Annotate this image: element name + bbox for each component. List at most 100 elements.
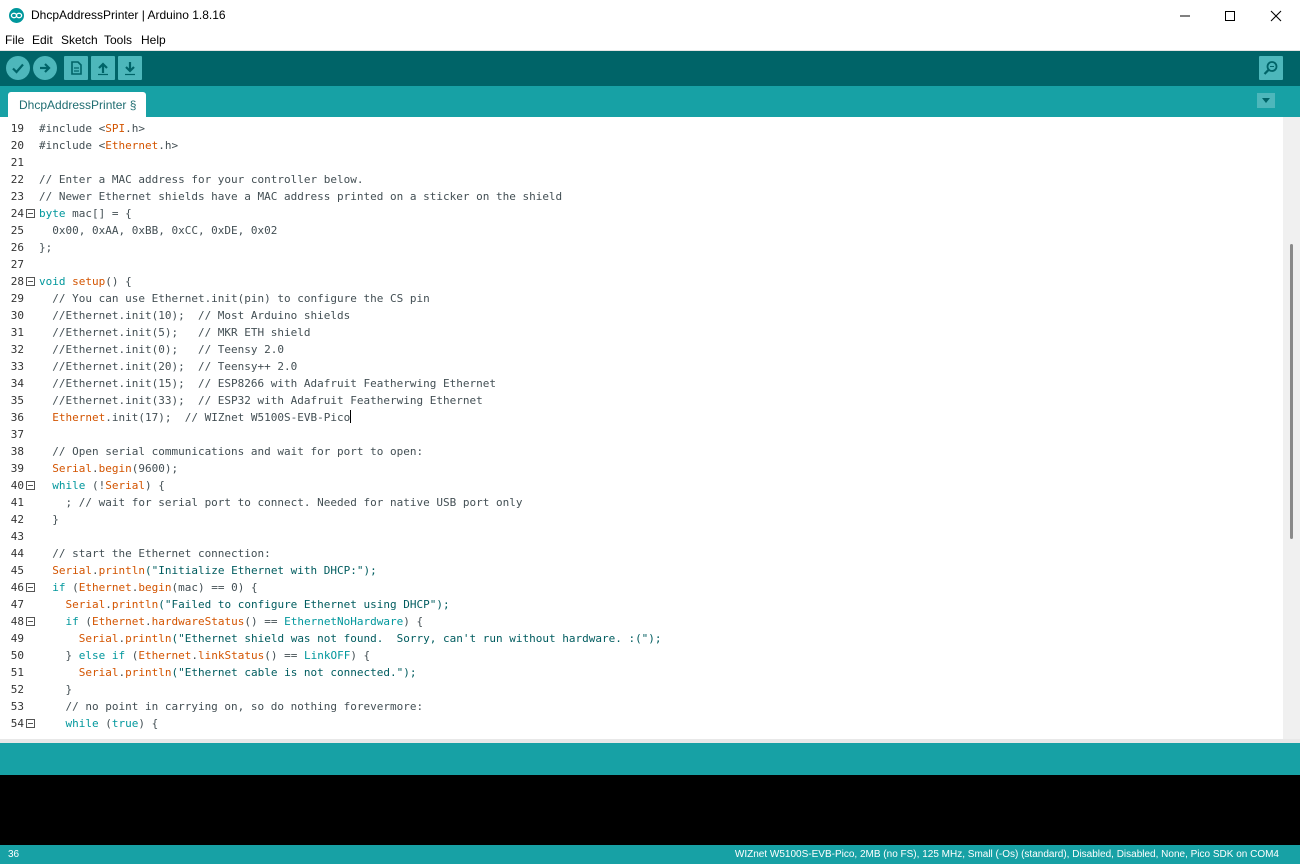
- code-token: // You can use Ethernet.init(pin) to con…: [39, 292, 430, 305]
- line-number: 40: [10, 479, 24, 492]
- vertical-scrollbar[interactable]: [1283, 117, 1300, 739]
- code-line[interactable]: 53 // no point in carrying on, so do not…: [0, 698, 1282, 715]
- fold-toggle-icon[interactable]: [26, 617, 35, 626]
- code-token: ) {: [138, 717, 159, 730]
- code-line[interactable]: 52 }: [0, 681, 1282, 698]
- maximize-button[interactable]: [1207, 0, 1253, 31]
- line-number: 38: [10, 445, 24, 458]
- code-line[interactable]: 31 //Ethernet.init(5); // MKR ETH shield: [0, 324, 1282, 341]
- code-line[interactable]: 32 //Ethernet.init(0); // Teensy 2.0: [0, 341, 1282, 358]
- new-file-icon: [71, 61, 82, 75]
- code-line[interactable]: 44 // start the Ethernet connection:: [0, 545, 1282, 562]
- code-text: // Open serial communications and wait f…: [39, 443, 423, 460]
- code-token: //Ethernet.init(33); // ESP32 with Adafr…: [39, 394, 483, 407]
- code-line[interactable]: 46 if (Ethernet.begin(mac) == 0) {: [0, 579, 1282, 596]
- code-line[interactable]: 35 //Ethernet.init(33); // ESP32 with Ad…: [0, 392, 1282, 409]
- code-line[interactable]: 25 0x00, 0xAA, 0xBB, 0xCC, 0xDE, 0x02: [0, 222, 1282, 239]
- code-line[interactable]: 40 while (!Serial) {: [0, 477, 1282, 494]
- code-line[interactable]: 19 #include <SPI.h>: [0, 120, 1282, 137]
- code-token: println: [98, 564, 145, 577]
- line-number: 27: [10, 258, 24, 271]
- code-text: while (true) {: [39, 715, 159, 732]
- code-line[interactable]: 30 //Ethernet.init(10); // Most Arduino …: [0, 307, 1282, 324]
- fold-toggle-icon[interactable]: [26, 481, 35, 490]
- code-line[interactable]: 38 // Open serial communications and wai…: [0, 443, 1282, 460]
- code-editor[interactable]: 19 #include <SPI.h> 20 #include <Ethernet.h…: [0, 117, 1300, 739]
- code-line[interactable]: 43: [0, 528, 1282, 545]
- code-token: 0x00, 0xAA, 0xBB, 0xCC, 0xDE, 0x02: [39, 224, 278, 237]
- title-bar: DhcpAddressPrinter | Arduino 1.8.16: [0, 0, 1300, 31]
- code-text: };: [39, 239, 52, 256]
- code-token: Serial: [105, 479, 145, 492]
- code-line[interactable]: 29 // You can use Ethernet.init(pin) to …: [0, 290, 1282, 307]
- line-number: 24: [10, 207, 24, 220]
- arrow-up-icon: [98, 62, 108, 76]
- close-button[interactable]: [1253, 0, 1299, 31]
- code-token: () ==: [264, 649, 304, 662]
- minimize-button[interactable]: [1162, 0, 1208, 31]
- fold-toggle-icon[interactable]: [26, 277, 35, 286]
- verify-button[interactable]: [6, 56, 30, 80]
- code-text: // no point in carrying on, so do nothin…: [39, 698, 423, 715]
- code-line[interactable]: 27: [0, 256, 1282, 273]
- new-button[interactable]: [64, 56, 88, 80]
- code-line[interactable]: 48 if (Ethernet.hardwareStatus() == Ethe…: [0, 613, 1282, 630]
- upload-button[interactable]: [33, 56, 57, 80]
- code-line[interactable]: 50 } else if (Ethernet.linkStatus() == L…: [0, 647, 1282, 664]
- fold-toggle-icon[interactable]: [26, 719, 35, 728]
- code-line[interactable]: 24 byte mac[] = {: [0, 205, 1282, 222]
- code-line[interactable]: 54 while (true) {: [0, 715, 1282, 732]
- code-line[interactable]: 47 Serial.println("Failed to configure E…: [0, 596, 1282, 613]
- code-line[interactable]: 20 #include <Ethernet.h>: [0, 137, 1282, 154]
- code-line[interactable]: 34 //Ethernet.init(15); // ESP8266 with …: [0, 375, 1282, 392]
- code-token: ) {: [350, 649, 371, 662]
- fold-toggle-icon[interactable]: [26, 209, 35, 218]
- code-text: Serial.begin(9600);: [39, 460, 178, 477]
- line-number: 32: [10, 343, 24, 356]
- line-number: 53: [10, 700, 24, 713]
- code-line[interactable]: 45 Serial.println("Initialize Ethernet w…: [0, 562, 1282, 579]
- line-number: 51: [10, 666, 24, 679]
- save-button[interactable]: [118, 56, 142, 80]
- code-line[interactable]: 51 Serial.println("Ethernet cable is not…: [0, 664, 1282, 681]
- code-text: Serial.println("Failed to configure Ethe…: [39, 596, 450, 613]
- code-text: Serial.println("Initialize Ethernet with…: [39, 562, 377, 579]
- serial-monitor-button[interactable]: [1259, 56, 1283, 80]
- code-line[interactable]: 41 ; // wait for serial port to connect.…: [0, 494, 1282, 511]
- menu-tools[interactable]: Tools: [104, 33, 132, 47]
- code-line[interactable]: 36 Ethernet.init(17); // WIZnet W5100S-E…: [0, 409, 1282, 426]
- code-token: ) {: [145, 479, 165, 492]
- code-token: Serial: [52, 564, 92, 577]
- code-line[interactable]: 26};: [0, 239, 1282, 256]
- tab-sketch[interactable]: DhcpAddressPrinter §: [8, 92, 146, 117]
- code-token: ("Ethernet cable is not connected.");: [171, 666, 417, 679]
- code-token: () ==: [244, 615, 285, 628]
- code-line[interactable]: 28 void setup() {: [0, 273, 1282, 290]
- open-button[interactable]: [91, 56, 115, 80]
- menu-sketch[interactable]: Sketch: [61, 33, 98, 47]
- code-line[interactable]: 21: [0, 154, 1282, 171]
- code-text: // Enter a MAC address for your controll…: [39, 171, 364, 188]
- line-number: 46: [10, 581, 24, 594]
- code-token: // Open serial communications and wait f…: [39, 445, 424, 458]
- message-area: [0, 743, 1300, 775]
- code-line[interactable]: 39 Serial.begin(9600);: [0, 460, 1282, 477]
- fold-toggle-icon[interactable]: [26, 583, 35, 592]
- line-number-indicator: 36: [8, 849, 20, 860]
- menu-edit[interactable]: Edit: [32, 33, 53, 47]
- menu-file[interactable]: File: [5, 33, 24, 47]
- menu-help[interactable]: Help: [141, 33, 166, 47]
- scrollbar-thumb[interactable]: [1290, 244, 1293, 539]
- tab-menu-button[interactable]: [1257, 93, 1275, 108]
- line-number: 29: [10, 292, 24, 305]
- code-line[interactable]: 49 Serial.println("Ethernet shield was n…: [0, 630, 1282, 647]
- code-line[interactable]: 42 }: [0, 511, 1282, 528]
- code-line[interactable]: 22 // Enter a MAC address for your contro…: [0, 171, 1282, 188]
- code-line[interactable]: 23 // Newer Ethernet shields have a MAC a…: [0, 188, 1282, 205]
- code-line[interactable]: 37: [0, 426, 1282, 443]
- code-line[interactable]: 33 //Ethernet.init(20); // Teensy++ 2.0: [0, 358, 1282, 375]
